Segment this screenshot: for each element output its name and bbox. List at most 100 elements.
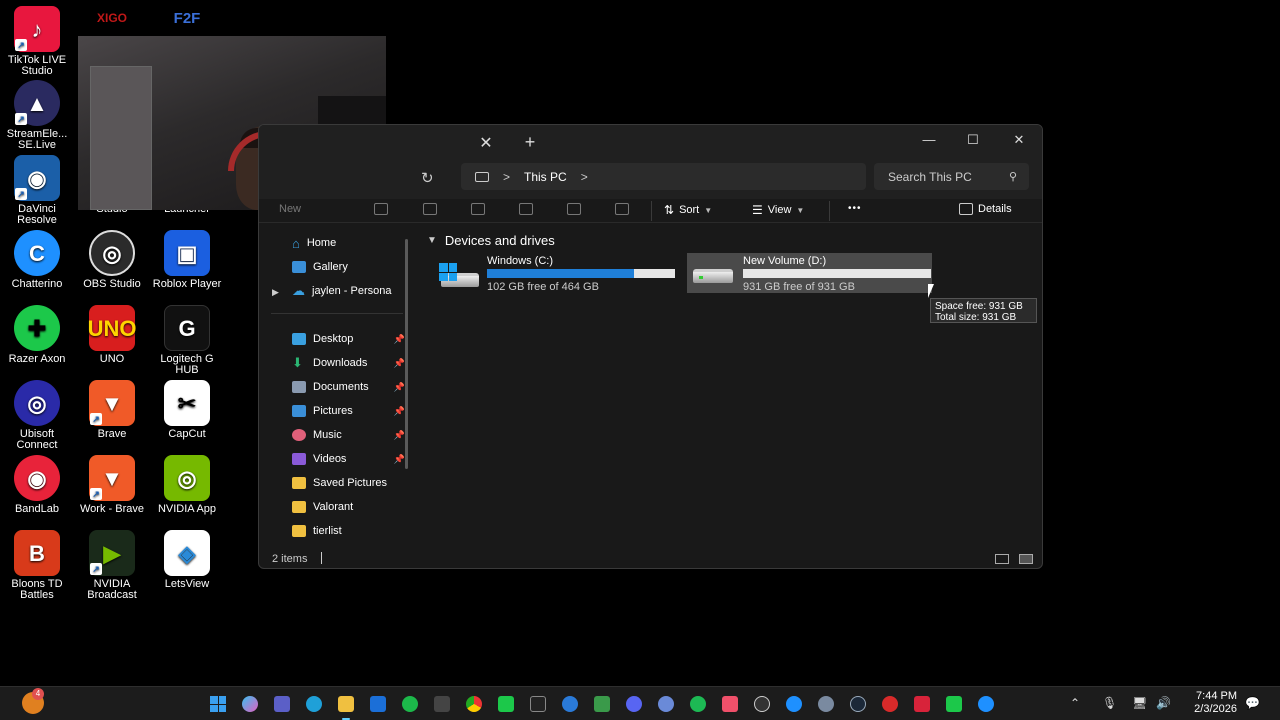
minimize-button[interactable]: — [909,129,949,151]
desktop-icon-roblox-player[interactable]: ▣ Roblox Player [150,230,224,290]
desktop-icon-tiktok-live-studio[interactable]: ♪ ↗ TikTok LIVE Studio [0,6,74,77]
desktop-icon-work-brave[interactable]: ▼ ↗ Work - Brave [75,455,149,515]
desktop-icon-uno[interactable]: UNO UNO [75,305,149,365]
desktop-icon-streamelements[interactable]: ▲ ↗ StreamEle... SE.Live [0,80,74,151]
sidebar-item-gallery[interactable]: Gallery [292,257,417,277]
desktop-icon-nvidia-app[interactable]: ◎ NVIDIA App [150,455,224,515]
desktop-icon-f2f[interactable]: F2F [150,6,224,33]
app-red-square-icon[interactable] [914,696,930,712]
expand-chevron-icon[interactable]: ▶ [272,287,279,298]
paste-button[interactable] [471,203,485,215]
edge-icon[interactable] [306,696,322,712]
details-view-icon[interactable] [995,554,1009,564]
desktop-icon-razer-axon[interactable]: ✚ Razer Axon [0,305,74,365]
network-icon[interactable]: 🖥 [1132,696,1147,710]
microphone-icon[interactable]: 🎙 [1102,696,1117,710]
close-button[interactable]: ✕ [999,129,1039,151]
taskbar-clock[interactable]: 7:44 PM 2/3/2026 [1194,690,1237,716]
app-blue-icon[interactable] [562,696,578,712]
start-icon[interactable] [210,696,226,712]
breadcrumb-chevron-icon[interactable]: > [503,170,510,184]
details-label: Details [978,203,1012,215]
share-icon [567,203,581,215]
xbox-icon[interactable] [402,696,418,712]
volume-icon[interactable]: 🔊 [1156,696,1171,710]
drive-usage-fill [487,269,634,278]
notification-center-icon[interactable]: 💬 [1245,696,1260,710]
sidebar-item-tierlist[interactable]: tierlist [292,521,417,541]
sort-button[interactable]: ⇅ Sort ▼ [664,203,712,217]
hard-drive-icon [691,261,733,283]
file-explorer-icon[interactable] [338,696,354,712]
app-green-square-icon[interactable] [946,696,962,712]
title-bar[interactable]: ✕ + — ☐ ✕ [259,125,1042,159]
refresh-icon[interactable]: ↻ [421,169,434,187]
rename-button[interactable] [519,203,533,215]
outlook-icon[interactable] [370,696,386,712]
desktop-icon-ubisoft-connect[interactable]: ◎ Ubisoft Connect [0,380,74,451]
delete-button[interactable] [615,203,629,215]
drive-d[interactable]: New Volume (D:) 931 GB free of 931 GB [687,253,932,293]
chatterino-alt-icon[interactable] [978,696,994,712]
tiktok-icon: ♪ ↗ [14,6,60,52]
tooltip-space-free: Space free: 931 GB [935,301,1023,312]
sidebar-item-home[interactable]: ⌂ Home [292,233,417,253]
sidebar-item-pictures[interactable]: Pictures 📌 [292,401,417,421]
desktop-icon-obs-studio[interactable]: ◎ OBS Studio [75,230,149,290]
tab-close-icon[interactable]: ✕ [478,133,494,153]
address-bar[interactable]: > This PC > [461,163,866,190]
obs-taskbar-icon[interactable] [754,696,770,712]
tiles-view-icon[interactable] [1019,554,1033,564]
discord-icon[interactable] [626,696,642,712]
chevron-up-icon[interactable]: ⌃ [1070,696,1080,710]
steam-icon[interactable] [850,696,866,712]
epic-games-icon[interactable] [530,696,546,712]
desktop-icon-chatterino[interactable]: C Chatterino [0,230,74,290]
sidebar-item-downloads[interactable]: ⬇ Downloads 📌 [292,353,417,373]
apple-music-icon[interactable] [722,696,738,712]
sidebar-item-onedrive[interactable]: ☁ jaylen - Persona [292,281,417,301]
copilot-icon[interactable] [242,696,258,712]
desktop-icon-bloons-td-battles[interactable]: B Bloons TD Battles [0,530,74,601]
teams-icon[interactable] [274,696,290,712]
new-button[interactable]: New [279,203,301,215]
cut-button[interactable] [374,203,388,215]
sidebar-item-music[interactable]: Music 📌 [292,425,417,445]
sidebar-item-videos[interactable]: Videos 📌 [292,449,417,469]
app-green-icon[interactable] [498,696,514,712]
maximize-button[interactable]: ☐ [953,129,993,151]
app-red-icon[interactable] [882,696,898,712]
breadcrumb-chevron-icon[interactable]: > [581,170,588,184]
chatterino-taskbar-icon[interactable] [786,696,802,712]
sidebar-item-documents[interactable]: Documents 📌 [292,377,417,397]
app-tiles-icon[interactable] [594,696,610,712]
sidebar-item-desktop[interactable]: Desktop 📌 [292,329,417,349]
desktop-icon-letsview[interactable]: ◈ LetsView [150,530,224,590]
desktop-icon-logitech-g-hub[interactable]: G Logitech G HUB [150,305,224,376]
sidebar-item-valorant[interactable]: Valorant [292,497,417,517]
details-button[interactable]: Details [959,203,1012,215]
spotify-icon[interactable] [690,696,706,712]
breadcrumb-this-pc[interactable]: This PC [524,170,567,184]
drive-c[interactable]: Windows (C:) 102 GB free of 464 GB [437,255,682,295]
desktop-icon-capcut[interactable]: ✂ CapCut [150,380,224,440]
desktop-icon-davinci-resolve[interactable]: ◉ ↗ DaVinci Resolve [0,155,74,226]
desktop-icon-brave[interactable]: ▼ ↗ Brave [75,380,149,440]
share-button[interactable] [567,203,581,215]
desktop-icon-nvidia-broadcast[interactable]: ▶ ↗ NVIDIA Broadcast [75,530,149,601]
sidebar-item-saved-pictures[interactable]: Saved Pictures [292,473,417,493]
desktop-icon-xigo[interactable]: XIGO [75,6,149,33]
desktop-icon-bandlab[interactable]: ◉ BandLab [0,455,74,515]
group-header-devices-and-drives[interactable]: ▼ Devices and drives [427,233,555,248]
more-options-button[interactable]: ••• [848,203,862,214]
app-gem-icon[interactable] [658,696,674,712]
view-button[interactable]: ☰ View ▼ [752,203,804,217]
new-tab-icon[interactable]: + [522,132,538,153]
chrome-icon[interactable] [466,696,482,712]
copy-button[interactable] [423,203,437,215]
calculator-icon[interactable] [434,696,450,712]
music-icon [292,429,306,441]
search-input[interactable]: Search This PC ⚲ [874,163,1029,190]
settings-icon[interactable] [818,696,834,712]
documents-icon [292,381,306,393]
